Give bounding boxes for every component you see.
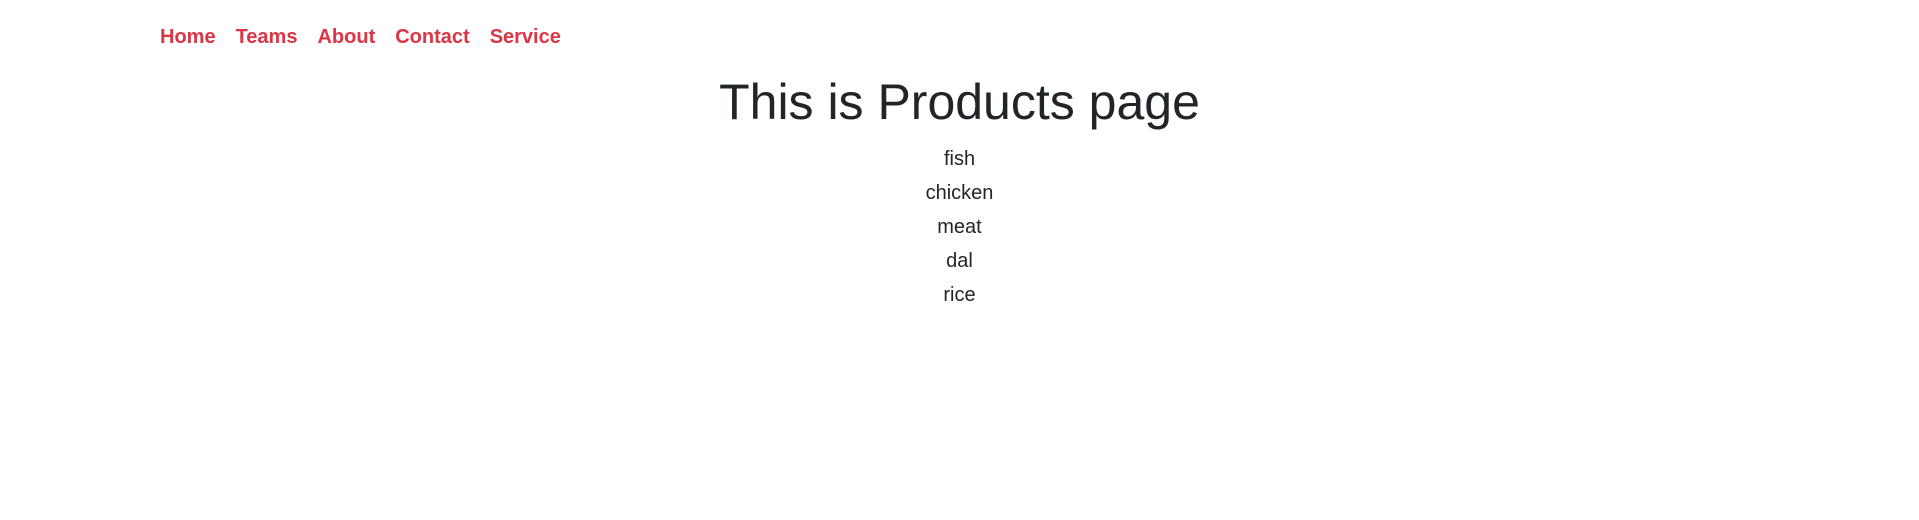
- product-item-meat: meat: [937, 216, 982, 238]
- page-title: This is Products page: [719, 74, 1200, 130]
- nav-link-service[interactable]: Service: [490, 24, 561, 50]
- product-item-fish: fish: [943, 148, 976, 170]
- product-item-dal: dal: [946, 250, 973, 272]
- nav-link-about[interactable]: About: [317, 24, 375, 50]
- nav-link-home[interactable]: Home: [160, 24, 216, 50]
- top-nav: Home Teams About Contact Service: [160, 24, 561, 50]
- nav-link-contact[interactable]: Contact: [395, 24, 469, 50]
- product-item-rice: rice: [943, 284, 976, 306]
- main-content: This is Products page fish chicken meat …: [0, 70, 1919, 312]
- nav-link-teams[interactable]: Teams: [236, 24, 298, 50]
- product-item-chicken: chicken: [925, 182, 994, 204]
- product-list: fish chicken meat dal rice: [0, 142, 1919, 312]
